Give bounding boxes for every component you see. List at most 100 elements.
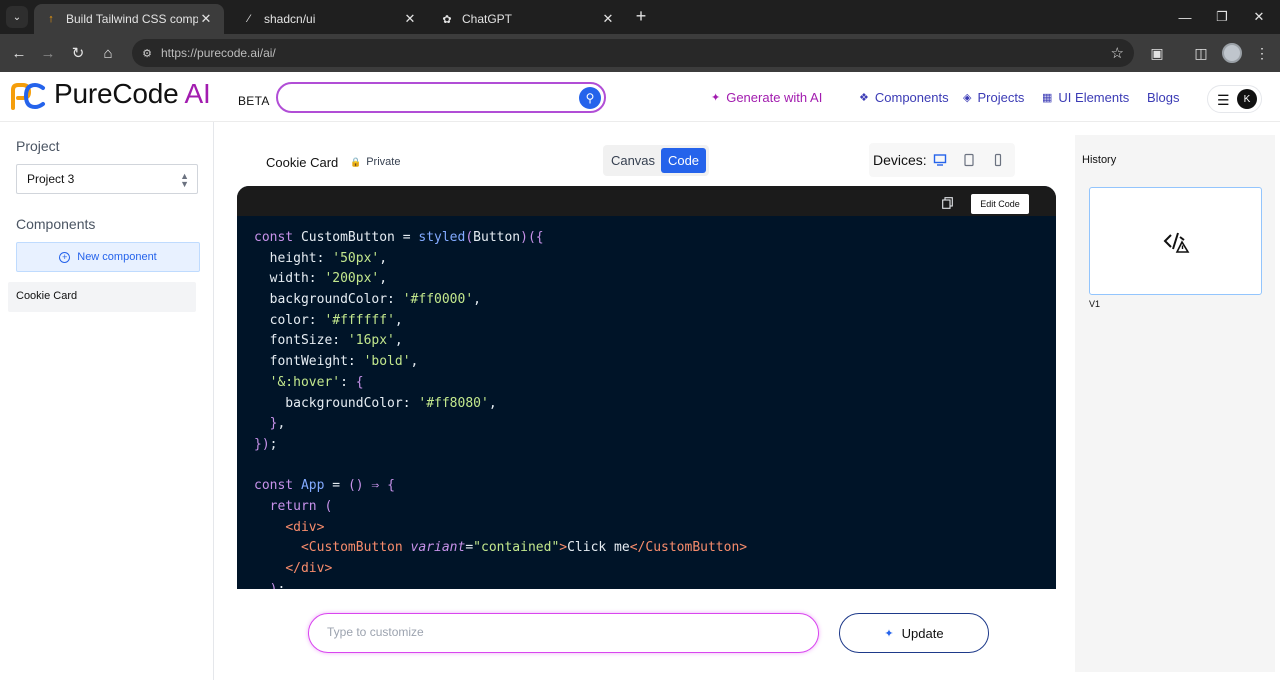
component-list-item[interactable]: Cookie Card <box>8 282 196 312</box>
code-token: '#ff0000' <box>402 292 474 308</box>
reload-icon[interactable]: ↻ <box>67 42 89 64</box>
code-token: backgroundColor: <box>254 395 419 411</box>
extensions-puzzle-icon[interactable]: ▣ <box>1147 43 1167 63</box>
code-token: </CustomButton> <box>629 540 748 556</box>
close-tab-icon[interactable]: ✕ <box>198 11 214 27</box>
history-panel: History V1 <box>1075 135 1275 672</box>
brand-name[interactable]: PureCode AI <box>54 78 211 110</box>
code-token: styled <box>418 230 466 245</box>
code-line: }, <box>254 414 747 435</box>
code-token: '16px' <box>347 333 395 349</box>
close-tab-icon[interactable]: ✕ <box>402 11 418 27</box>
code-editor[interactable]: const CustomButton = styled(Button)({ he… <box>254 228 747 589</box>
update-button[interactable]: ✦ Update <box>839 613 989 653</box>
code-token: , <box>379 271 388 287</box>
code-warning-icon <box>1163 232 1190 253</box>
bookmark-star-icon[interactable]: ☆ <box>1111 44 1124 62</box>
visibility-badge[interactable]: 🔒 Private <box>346 153 404 171</box>
copy-icon[interactable] <box>942 197 953 209</box>
code-panel[interactable]: Edit Code const CustomButton = styled(Bu… <box>237 186 1056 589</box>
tab-title: shadcn/ui <box>264 12 316 26</box>
sparkle-icon: ✦ <box>884 627 894 640</box>
project-select[interactable]: Project 3 ▲ ▼ <box>16 164 198 194</box>
purecode-favicon-icon: ↑ <box>48 13 54 25</box>
customize-prompt-input[interactable]: Type to customize <box>308 613 819 653</box>
browser-tab-purecode[interactable]: ↑ Build Tailwind CSS components ✕ <box>34 4 224 34</box>
purecode-logo-icon[interactable] <box>10 82 46 110</box>
code-line: const App = () ⇒ { <box>254 476 747 497</box>
code-token: '200px' <box>324 271 380 287</box>
code-token: variant <box>410 540 466 556</box>
tab-code[interactable]: Code <box>661 148 706 173</box>
back-arrow-icon[interactable]: ← <box>8 42 30 64</box>
nav-blogs[interactable]: Blogs <box>1147 90 1180 105</box>
code-line: color: '#ffffff', <box>254 311 747 332</box>
nav-components[interactable]: ❖ Components <box>859 90 949 105</box>
update-label: Update <box>901 625 944 641</box>
side-panel-icon[interactable]: ◫ <box>1191 43 1211 63</box>
profile-avatar-icon[interactable] <box>1222 43 1242 63</box>
code-token: , <box>410 354 419 370</box>
code-token: CustomButton <box>300 230 403 245</box>
code-token: 'bold' <box>363 354 411 370</box>
code-token: return <box>254 498 325 514</box>
site-info-icon[interactable]: ⚙ <box>140 46 154 60</box>
code-token: "contained" <box>473 540 560 556</box>
more-menu-icon[interactable]: ⋮ <box>1252 43 1272 63</box>
home-icon[interactable]: ⌂ <box>97 42 119 64</box>
code-token: '&:hover' <box>254 374 341 390</box>
code-token: , <box>488 395 497 411</box>
code-token: { <box>355 374 364 390</box>
close-window-icon[interactable]: ✕ <box>1248 6 1270 28</box>
code-line: return ( <box>254 497 747 518</box>
nav-generate-label: Generate with AI <box>726 90 823 105</box>
select-updown-icon: ▲ ▼ <box>180 171 189 189</box>
tab-canvas[interactable]: Canvas <box>609 148 657 173</box>
url-text: https://purecode.ai/ai/ <box>161 46 276 60</box>
maximize-icon[interactable]: ❐ <box>1211 6 1233 28</box>
nav-ui-elements-label: UI Elements <box>1058 90 1130 105</box>
code-token: backgroundColor: <box>254 292 403 308</box>
code-line: backgroundColor: '#ff8080', <box>254 394 747 415</box>
code-token: , <box>277 416 286 432</box>
minimize-icon[interactable]: — <box>1174 6 1196 28</box>
browser-tab-shadcn[interactable]: ⁄ shadcn/ui ✕ <box>232 4 428 34</box>
new-tab-plus-icon[interactable]: + <box>632 7 650 26</box>
tablet-icon[interactable] <box>962 153 976 167</box>
new-component-button[interactable]: + New component <box>16 242 200 272</box>
nav-ui-elements[interactable]: ▦ UI Elements <box>1042 90 1129 105</box>
address-bar[interactable]: ⚙ https://purecode.ai/ai/ ☆ <box>132 39 1134 67</box>
edit-code-button[interactable]: Edit Code <box>971 194 1029 214</box>
chatgpt-favicon-icon: ✿ <box>442 13 452 26</box>
new-component-label: New component <box>77 251 157 263</box>
history-version-card[interactable] <box>1089 187 1262 295</box>
history-version-label: V1 <box>1089 299 1101 309</box>
code-line: </div> <box>254 559 747 580</box>
search-icon[interactable]: ⚲ <box>579 87 601 109</box>
site-search-input[interactable]: ⚲ <box>276 82 606 113</box>
browser-tab-chatgpt[interactable]: ✿ ChatGPT ✕ <box>430 4 626 34</box>
code-token: , <box>379 250 388 266</box>
forward-arrow-icon[interactable]: → <box>37 42 59 64</box>
nav-generate-with-ai[interactable]: ✦ Generate with AI <box>711 90 822 105</box>
code-token: )( <box>520 230 536 245</box>
brand-name-main: PureCode <box>54 78 179 109</box>
mobile-icon[interactable] <box>991 153 1005 167</box>
grid-icon: ▦ <box>1042 92 1053 104</box>
code-token: () <box>347 478 372 494</box>
code-line: <CustomButton variant="contained">Click … <box>254 538 747 559</box>
nav-blogs-label: Blogs <box>1147 90 1180 105</box>
user-menu-button[interactable]: ☰ K <box>1207 85 1262 113</box>
browser-tab-bar: ⌄ ↑ Build Tailwind CSS components ✕ ⁄ sh… <box>0 0 1280 34</box>
code-token: ; <box>277 582 285 589</box>
history-title: History <box>1082 154 1117 166</box>
brand-name-ai: AI <box>184 78 211 109</box>
desktop-icon[interactable] <box>933 153 947 167</box>
nav-projects[interactable]: ◈ Projects <box>963 90 1024 105</box>
code-token: const <box>254 230 301 245</box>
close-tab-icon[interactable]: ✕ <box>600 11 616 27</box>
tab-search-chevron-icon[interactable]: ⌄ <box>6 6 28 28</box>
